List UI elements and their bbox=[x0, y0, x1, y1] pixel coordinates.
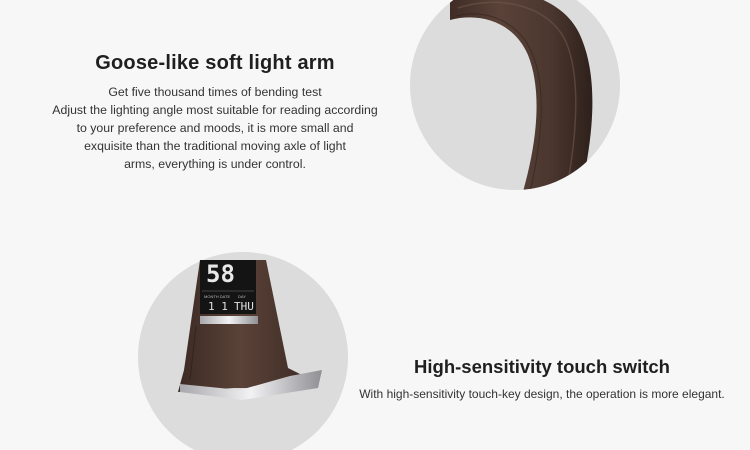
display-left-label: MONTH DATE bbox=[204, 294, 230, 299]
display-date-value: 1 1 bbox=[208, 300, 228, 313]
feature-touch-description: With high-sensitivity touch-key design, … bbox=[359, 387, 725, 401]
lamp-arm-photo-icon bbox=[410, 0, 620, 190]
feature-arm-desc-line: exquisite than the traditional moving ax… bbox=[84, 139, 346, 153]
feature-arm-description: Get five thousand times of bending test … bbox=[40, 83, 390, 173]
display-big-digits: 58 bbox=[206, 260, 235, 288]
display-day-value: THU bbox=[234, 300, 254, 313]
product-feature-page: Goose-like soft light arm Get five thous… bbox=[0, 0, 750, 450]
feature-arm-text: Goose-like soft light arm Get five thous… bbox=[40, 52, 390, 173]
touch-key-strip bbox=[200, 316, 258, 324]
feature-arm-desc-line: Adjust the lighting angle most suitable … bbox=[52, 103, 378, 117]
feature-touch-text: High-sensitivity touch switch With high-… bbox=[352, 356, 732, 402]
feature-arm-desc-line: Get five thousand times of bending test bbox=[108, 85, 322, 99]
lamp-base-illustration: 58 MONTH DATE DAY 1 1 THU bbox=[178, 260, 322, 400]
display-right-label: DAY bbox=[238, 294, 246, 299]
feature-arm-desc-line: arms, everything is under control. bbox=[124, 157, 306, 171]
feature-arm-title: Goose-like soft light arm bbox=[95, 52, 335, 74]
feature-touch-title: High-sensitivity touch switch bbox=[414, 356, 670, 377]
feature-arm-desc-line: to your preference and moods, it is more… bbox=[76, 121, 354, 135]
